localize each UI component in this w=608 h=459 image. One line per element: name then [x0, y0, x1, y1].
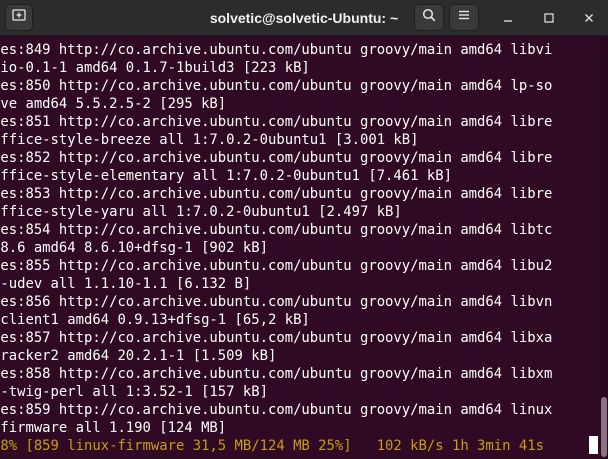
menu-button[interactable]	[449, 4, 479, 31]
terminal-line: lve amd64 5.5.2.5-2 [295 kB]	[0, 96, 227, 112]
minimize-icon	[502, 9, 514, 28]
close-button[interactable]	[577, 6, 601, 30]
terminal-line: f-udev all 1.1.10-1.1 [6.132 B]	[0, 276, 252, 292]
terminal-line: Des:859 http://co.archive.ubuntu.com/ubu…	[0, 402, 553, 418]
terminal-output[interactable]: Des:849 http://co.archive.ubuntu.com/ubu…	[0, 37, 600, 459]
terminal-line: sio-0.1-1 amd64 0.1.7-1build3 [223 kB]	[0, 60, 310, 76]
terminal-line: l8.6 amd64 8.6.10+dfsg-1 [902 kB]	[0, 240, 268, 256]
terminal-line: Des:853 http://co.archive.ubuntu.com/ubu…	[0, 186, 553, 202]
minimize-button[interactable]	[496, 6, 520, 30]
new-tab-button[interactable]	[5, 4, 33, 31]
terminal-line: Des:850 http://co.archive.ubuntu.com/ubu…	[0, 78, 553, 94]
terminal-line: cclient1 amd64 0.9.13+dfsg-1 [65,2 kB]	[0, 312, 310, 328]
terminal-line: office-style-breeze all 1:7.0.2-0ubuntu1…	[0, 132, 419, 148]
terminal-line: Des:851 http://co.archive.ubuntu.com/ubu…	[0, 114, 553, 130]
maximize-icon	[543, 9, 555, 28]
scrollbar[interactable]	[600, 37, 608, 459]
search-button[interactable]	[414, 4, 444, 31]
maximize-button[interactable]	[537, 6, 561, 30]
terminal-line: office-style-yaru all 1:7.0.2-0ubuntu1 […	[0, 204, 402, 220]
terminal-line: Des:857 http://co.archive.ubuntu.com/ubu…	[0, 330, 553, 346]
hamburger-menu-icon	[457, 8, 471, 27]
terminal-line: Des:849 http://co.archive.ubuntu.com/ubu…	[0, 42, 553, 58]
terminal-window: solvetic@solvetic-Ubuntu: ~ Des:849 http…	[0, 0, 608, 459]
download-progress-status: 68% [859 linux-firmware 31,5 MB/124 MB 2…	[0, 438, 544, 454]
terminal-line: Des:858 http://co.archive.ubuntu.com/ubu…	[0, 366, 553, 382]
new-tab-icon	[12, 8, 26, 27]
titlebar[interactable]: solvetic@solvetic-Ubuntu: ~	[0, 0, 608, 36]
terminal-line: tracker2 amd64 20.2.1-1 [1.509 kB]	[0, 348, 277, 364]
close-icon	[583, 9, 595, 28]
terminal-line: l-twig-perl all 1:3.52-1 [157 kB]	[0, 384, 268, 400]
terminal-line: office-style-elementary all 1:7.0.2-0ubu…	[0, 168, 452, 184]
terminal-line: -firmware all 1.190 [124 MB]	[0, 420, 227, 436]
search-icon	[422, 8, 436, 27]
terminal-line: Des:856 http://co.archive.ubuntu.com/ubu…	[0, 294, 553, 310]
terminal-cursor	[589, 436, 598, 454]
terminal-line: Des:855 http://co.archive.ubuntu.com/ubu…	[0, 258, 553, 274]
scrollbar-thumb[interactable]	[601, 397, 607, 457]
terminal-line: Des:854 http://co.archive.ubuntu.com/ubu…	[0, 222, 553, 238]
terminal-line: Des:852 http://co.archive.ubuntu.com/ubu…	[0, 150, 553, 166]
